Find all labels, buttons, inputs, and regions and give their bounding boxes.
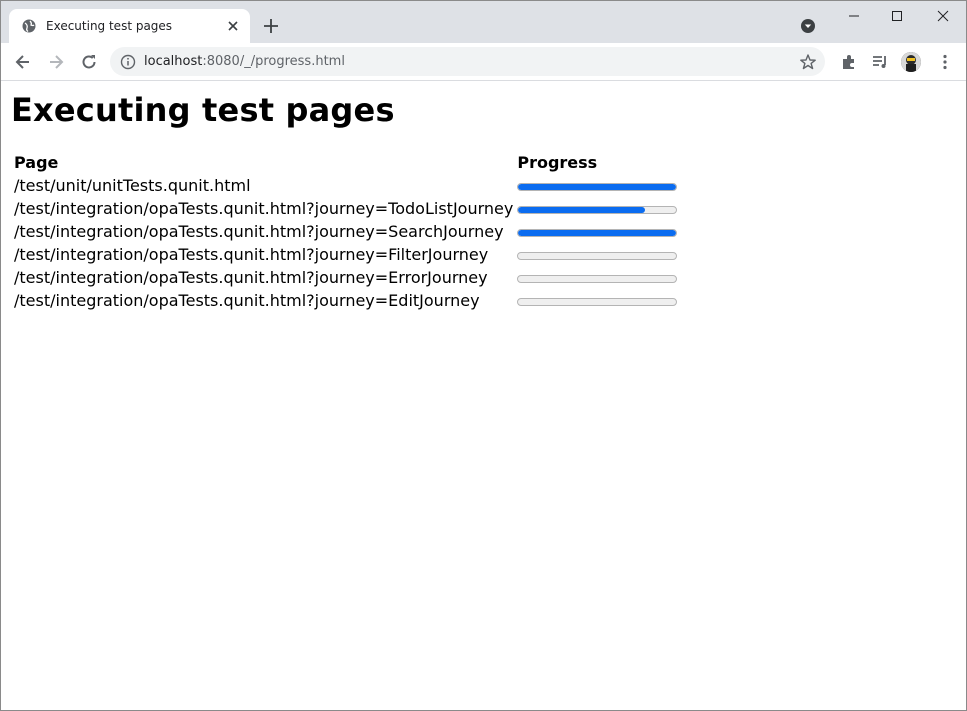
forward-arrow-icon[interactable] bbox=[46, 52, 66, 72]
table-body: /test/unit/unitTests.qunit.html/test/int… bbox=[13, 175, 678, 311]
test-page-path: /test/integration/opaTests.qunit.html?jo… bbox=[14, 199, 514, 218]
media-control-icon[interactable] bbox=[870, 52, 890, 72]
progress-bar bbox=[517, 205, 678, 214]
close-window-icon[interactable] bbox=[933, 6, 953, 26]
test-page-path: /test/integration/opaTests.qunit.html?jo… bbox=[14, 222, 504, 241]
table-row: /test/unit/unitTests.qunit.html bbox=[13, 175, 678, 196]
back-arrow-icon[interactable] bbox=[13, 52, 33, 72]
progress-bar bbox=[517, 228, 678, 237]
site-info-icon[interactable] bbox=[120, 54, 136, 70]
progress-cell bbox=[516, 290, 678, 311]
bookmark-star-icon[interactable] bbox=[799, 53, 817, 71]
url-path: :8080/_/progress.html bbox=[202, 54, 345, 69]
reload-icon[interactable] bbox=[79, 52, 99, 72]
avatar-image bbox=[901, 52, 921, 72]
progress-cell bbox=[516, 244, 678, 265]
page-content: Executing test pages Page Progress /test… bbox=[1, 81, 966, 710]
table-row: /test/integration/opaTests.qunit.html?jo… bbox=[13, 267, 678, 288]
progress-cell bbox=[516, 198, 678, 219]
tab-search-icon[interactable] bbox=[800, 18, 816, 34]
address-bar[interactable]: localhost:8080/_/progress.html bbox=[110, 47, 825, 76]
progress-bar-fill bbox=[518, 206, 645, 213]
url-text[interactable]: localhost:8080/_/progress.html bbox=[144, 54, 345, 69]
tab-title: Executing test pages bbox=[46, 19, 173, 33]
new-tab-icon[interactable] bbox=[261, 16, 281, 36]
table-row: /test/integration/opaTests.qunit.html?jo… bbox=[13, 221, 678, 242]
table-row: /test/integration/opaTests.qunit.html?jo… bbox=[13, 198, 678, 219]
extensions-puzzle-icon[interactable] bbox=[839, 52, 859, 72]
progress-bar bbox=[517, 274, 678, 283]
table-header-row: Page Progress bbox=[13, 152, 678, 173]
url-host: localhost bbox=[144, 54, 203, 69]
maximize-icon[interactable] bbox=[887, 6, 907, 26]
browser-toolbar: localhost:8080/_/progress.html bbox=[1, 43, 966, 81]
progress-cell bbox=[516, 175, 678, 196]
column-header-progress: Progress bbox=[517, 153, 598, 172]
page-title: Executing test pages bbox=[11, 91, 395, 129]
progress-bar bbox=[517, 297, 678, 306]
test-page-path: /test/unit/unitTests.qunit.html bbox=[14, 176, 251, 195]
test-page-path: /test/integration/opaTests.qunit.html?jo… bbox=[14, 291, 480, 310]
progress-table: Page Progress /test/unit/unitTests.qunit… bbox=[11, 150, 680, 313]
more-menu-icon[interactable] bbox=[935, 52, 955, 72]
progress-bar bbox=[517, 251, 678, 260]
progress-cell bbox=[516, 267, 678, 288]
progress-bar bbox=[517, 182, 678, 191]
test-page-path: /test/integration/opaTests.qunit.html?jo… bbox=[14, 245, 489, 264]
browser-window: Executing test pages localhost:8080/_/pr… bbox=[0, 0, 967, 711]
tab-executing-test-pages[interactable]: Executing test pages bbox=[9, 9, 250, 43]
globe-icon bbox=[22, 19, 36, 33]
profile-avatar[interactable] bbox=[901, 52, 921, 72]
close-tab-icon[interactable] bbox=[226, 19, 240, 33]
tab-strip: Executing test pages bbox=[1, 1, 966, 43]
test-page-path: /test/integration/opaTests.qunit.html?jo… bbox=[14, 268, 488, 287]
progress-bar-fill bbox=[518, 183, 677, 190]
column-header-page: Page bbox=[14, 153, 59, 172]
minimize-icon[interactable] bbox=[844, 6, 864, 26]
table-row: /test/integration/opaTests.qunit.html?jo… bbox=[13, 290, 678, 311]
progress-bar-fill bbox=[518, 229, 677, 236]
progress-cell bbox=[516, 221, 678, 242]
table-row: /test/integration/opaTests.qunit.html?jo… bbox=[13, 244, 678, 265]
